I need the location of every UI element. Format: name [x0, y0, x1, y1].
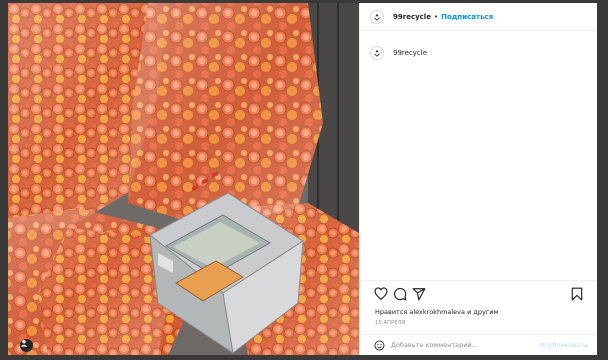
post-caption: 99recycle — [360, 43, 597, 63]
recycle-logo-icon — [374, 13, 380, 21]
photo-bottle-caps — [8, 3, 359, 355]
author-avatar[interactable] — [370, 9, 384, 24]
post-photo[interactable] — [8, 3, 359, 355]
likes-text[interactable]: Нравится alexkrokhmaleva и другим — [375, 308, 498, 316]
follow-button[interactable]: Подписаться — [441, 13, 493, 21]
heart-icon[interactable] — [374, 287, 388, 301]
comment-input[interactable] — [390, 341, 540, 349]
post-date[interactable]: 15 АПРЕЛЯ — [375, 320, 405, 326]
header-separator: • — [433, 12, 439, 21]
emoji-icon[interactable] — [374, 340, 385, 351]
bookmark-icon[interactable] — [570, 287, 584, 301]
author-username[interactable]: 99recycle — [393, 13, 431, 21]
publish-button[interactable]: Опубликовать — [539, 341, 588, 349]
tagged-user-icon[interactable] — [20, 339, 33, 352]
post-actions — [360, 280, 597, 308]
post-modal: 99recycle • Подписаться 99recycle Нравит… — [8, 3, 597, 355]
share-icon[interactable] — [412, 287, 426, 301]
recycle-logo-icon — [374, 49, 380, 57]
comment-bar: Опубликовать — [360, 334, 597, 355]
caption-avatar[interactable] — [370, 46, 384, 60]
post-sidebar: 99recycle • Подписаться 99recycle Нравит… — [359, 3, 597, 355]
comment-icon[interactable] — [393, 287, 407, 301]
post-header: 99recycle • Подписаться — [360, 3, 597, 31]
caption-username[interactable]: 99recycle — [393, 49, 427, 57]
